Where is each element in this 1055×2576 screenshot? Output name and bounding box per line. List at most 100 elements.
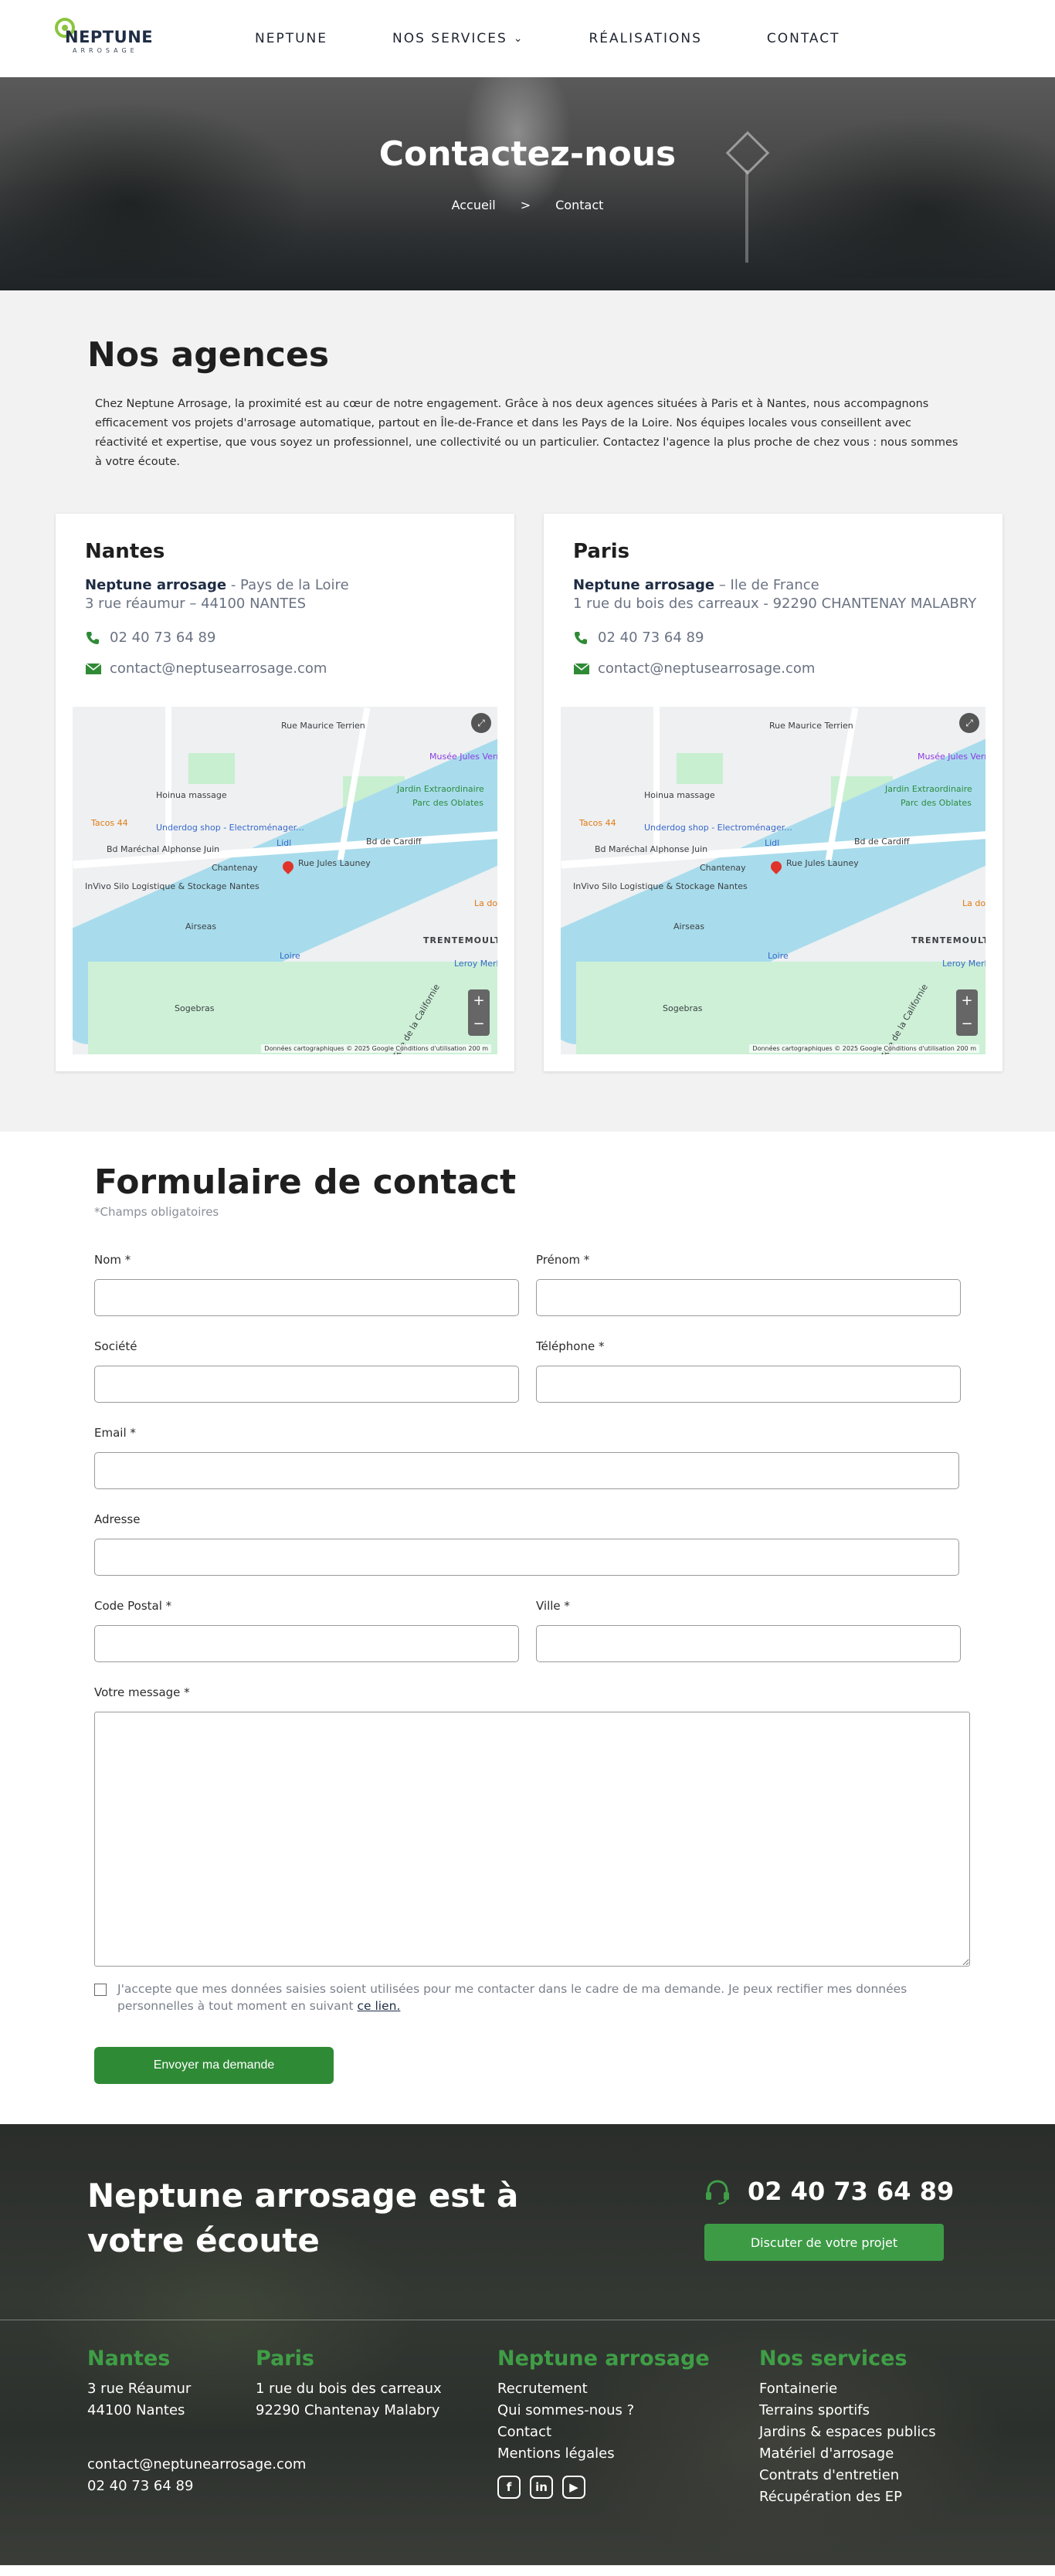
agency-region: - Pays de la Loire <box>226 577 349 593</box>
footer-link-fontainerie[interactable]: Fontainerie <box>759 2378 936 2400</box>
agency-map-paris[interactable]: Rue Maurice Terrien Musée Jules Verne Ho… <box>561 707 985 1054</box>
nom-input[interactable] <box>94 1279 519 1316</box>
zoom-out-icon[interactable]: − <box>468 1013 490 1036</box>
nav-realisations[interactable]: RÉALISATIONS <box>589 31 702 46</box>
field-group-adresse: Adresse <box>94 1512 959 1576</box>
field-group-code-postal: Code Postal * <box>94 1599 519 1662</box>
form-row: Code Postal * Ville * <box>94 1599 975 1662</box>
message-textarea[interactable] <box>94 1712 970 1967</box>
map-label: Airseas <box>673 921 705 932</box>
mail-icon <box>85 662 102 675</box>
footer-link-recuperation[interactable]: Récupération des EP <box>759 2486 936 2508</box>
zoom-out-icon[interactable]: − <box>956 1013 978 1036</box>
zoom-in-icon[interactable]: + <box>468 989 490 1013</box>
agency-email[interactable]: contact@neptusearrosage.com <box>573 660 815 677</box>
footer-link-recrutement[interactable]: Recrutement <box>497 2378 710 2400</box>
discuss-project-button[interactable]: Discuter de votre projet <box>704 2224 944 2261</box>
hero-tree-left <box>0 93 324 278</box>
footer-link-qui-sommes-nous[interactable]: Qui sommes-nous ? <box>497 2400 710 2422</box>
nav-contact[interactable]: CONTACT <box>767 31 840 46</box>
map-label: Musée Jules Verne <box>429 752 497 762</box>
footer-link-materiel[interactable]: Matériel d'arrosage <box>759 2443 936 2465</box>
agency-phone-text: 02 40 73 64 89 <box>598 630 704 646</box>
map-road <box>653 707 660 861</box>
footer-cta-title: Neptune arrosage est à votre écoute <box>87 2177 519 2259</box>
footer-col-paris: Paris 1 rue du bois des carreaux 92290 C… <box>256 2347 442 2422</box>
footer-link-contact[interactable]: Contact <box>497 2422 710 2443</box>
map-road <box>165 707 171 861</box>
linkedin-icon[interactable]: in <box>530 2476 553 2499</box>
form-row: Nom * Prénom * <box>94 1253 975 1316</box>
nav-neptune[interactable]: NEPTUNE <box>255 31 327 46</box>
breadcrumb-home[interactable]: Accueil <box>452 198 496 212</box>
footer-phone-small[interactable]: 02 40 73 64 89 <box>87 2476 306 2497</box>
map-label: La dou <box>962 898 985 908</box>
map-label: Underdog shop - Electroménager... <box>156 823 304 833</box>
consent-link[interactable]: ce lien. <box>358 1999 401 2013</box>
footer-email[interactable]: contact@neptunearrosage.com <box>87 2454 306 2476</box>
telephone-input[interactable] <box>536 1366 961 1403</box>
zoom-control[interactable]: + − <box>956 989 978 1036</box>
map-label: Leroy Merlin Nantes Re... <box>454 959 497 969</box>
main-nav: NEPTUNE NOS SERVICES ⌄ RÉALISATIONS CONT… <box>255 0 840 77</box>
fullscreen-icon[interactable]: ⤢ <box>959 713 979 733</box>
societe-label: Société <box>94 1339 137 1353</box>
mail-icon <box>573 662 590 675</box>
footer-col-services: Nos services Fontainerie Terrains sporti… <box>759 2347 936 2508</box>
email-label: Email * <box>94 1426 136 1440</box>
footer-phone[interactable]: 02 40 73 64 89 <box>703 2177 954 2206</box>
email-input[interactable] <box>94 1452 959 1489</box>
footer-link-jardins[interactable]: Jardins & espaces publics <box>759 2422 936 2443</box>
ville-input[interactable] <box>536 1625 961 1662</box>
prenom-input[interactable] <box>536 1279 961 1316</box>
agency-email-text: contact@neptusearrosage.com <box>110 660 327 677</box>
agencies-title: Nos agences <box>87 335 330 375</box>
map-label: La dou <box>474 898 497 908</box>
hero-sign-pole <box>745 170 748 263</box>
map-label: Rue Maurice Terrien <box>281 721 365 731</box>
field-group-societe: Société <box>94 1339 519 1403</box>
map-label: Loire <box>280 951 300 961</box>
agency-phone[interactable]: 02 40 73 64 89 <box>573 630 704 646</box>
agency-phone[interactable]: 02 40 73 64 89 <box>85 630 215 646</box>
footer-link-contrats[interactable]: Contrats d'entretien <box>759 2465 936 2486</box>
agency-phone-text: 02 40 73 64 89 <box>110 630 216 646</box>
site-header: NEPTUNE ARROSAGE NEPTUNE NOS SERVICES ⌄ … <box>0 0 1055 77</box>
contact-form-section: Formulaire de contact *Champs obligatoir… <box>0 1132 1055 2124</box>
code-postal-input[interactable] <box>94 1625 519 1662</box>
form-title: Formulaire de contact <box>94 1162 517 1202</box>
agency-company: Neptune arrosage <box>573 577 715 593</box>
consent-checkbox[interactable] <box>94 1984 107 1996</box>
map-label: Parc des Oblates <box>901 798 972 808</box>
nav-services[interactable]: NOS SERVICES ⌄ <box>392 31 524 46</box>
societe-input[interactable] <box>94 1366 519 1403</box>
zoom-in-icon[interactable]: + <box>956 989 978 1013</box>
hero-banner: Contactez-nous Accueil > Contact <box>0 77 1055 290</box>
nom-label: Nom * <box>94 1253 131 1267</box>
agency-email[interactable]: contact@neptusearrosage.com <box>85 660 327 677</box>
map-label: InVivo Silo Logistique & Stockage Nantes <box>573 881 748 891</box>
agency-map-nantes[interactable]: Rue Maurice Terrien Musée Jules Verne Ho… <box>73 707 497 1054</box>
footer-paris-title: Paris <box>256 2347 314 2371</box>
facebook-icon[interactable]: f <box>497 2476 521 2499</box>
fullscreen-icon[interactable]: ⤢ <box>471 713 491 733</box>
footer-link-mentions[interactable]: Mentions légales <box>497 2443 710 2465</box>
logo[interactable]: NEPTUNE ARROSAGE <box>53 15 153 57</box>
agency-company-line: Neptune arrosage – Ile de France <box>573 577 819 593</box>
agency-card-nantes: Nantes Neptune arrosage - Pays de la Loi… <box>56 514 514 1071</box>
adresse-label: Adresse <box>94 1512 141 1526</box>
agency-company: Neptune arrosage <box>85 577 227 593</box>
chevron-down-icon: ⌄ <box>513 32 524 45</box>
map-label: Chantenay <box>212 863 258 873</box>
agency-city: Paris <box>573 540 630 563</box>
map-label: Lidl <box>276 838 292 848</box>
footer-link-terrains[interactable]: Terrains sportifs <box>759 2400 936 2422</box>
adresse-input[interactable] <box>94 1539 959 1576</box>
submit-button[interactable]: Envoyer ma demande <box>94 2047 334 2084</box>
zoom-control[interactable]: + − <box>468 989 490 1036</box>
agency-city: Nantes <box>85 540 165 563</box>
youtube-icon[interactable]: ▶ <box>562 2476 585 2499</box>
map-label: Airseas <box>185 921 217 932</box>
map-label: Jardin Extraordinaire <box>397 784 484 794</box>
form-row: Adresse <box>94 1512 975 1576</box>
